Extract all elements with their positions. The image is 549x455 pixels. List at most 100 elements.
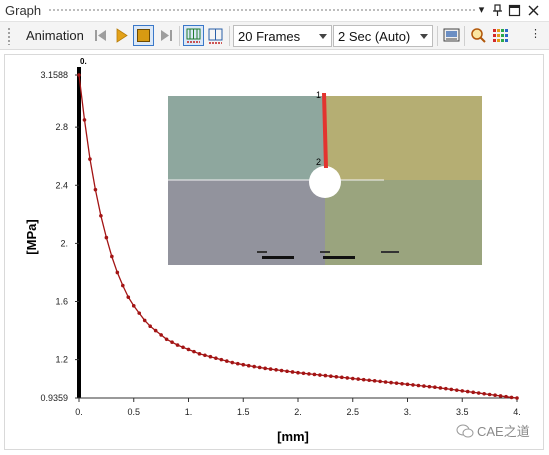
data-point [301,371,306,376]
x-axis-label: [mm] [277,429,309,444]
data-point [296,370,300,375]
wechat-icon [456,424,474,438]
data-point [476,391,481,395]
data-point [164,337,169,342]
inset-marker-label: 2 [316,157,321,167]
geometry-inset: 12 [168,90,482,265]
data-point [493,393,497,398]
data-point [131,304,136,308]
data-point [279,368,284,373]
data-point [482,391,486,396]
inset-quadrant [168,96,325,180]
x-tick-label: 4. [513,407,521,417]
data-point [433,385,437,390]
x-tick-label: 3. [404,407,412,417]
inset-path-line [322,92,328,169]
data-point [246,363,251,368]
y-tick-label: 1.2 [55,355,68,365]
data-point [230,360,235,365]
data-point [509,395,514,400]
data-point [181,345,185,350]
data-point [345,376,350,380]
y-tick-label: 1.6 [55,297,68,307]
watermark-text: CAE之道 [477,424,530,439]
y-axis-label: [MPa] [24,219,39,254]
data-point [329,374,333,378]
x-tick-label: 0. [75,407,83,417]
data-point [422,384,426,388]
data-point [378,379,382,384]
data-point [77,73,81,77]
data-point [225,359,229,363]
data-point [252,364,256,369]
data-point [268,367,273,371]
data-point [219,357,224,362]
data-point [290,370,295,374]
inset-quadrant [168,180,325,265]
x-tick-label: 3.5 [456,407,469,417]
data-point [361,377,366,382]
inset-scale-tick [320,251,330,253]
data-point [159,333,163,337]
data-point [110,254,114,259]
data-point [285,369,289,374]
x-tick-label: 2.5 [346,407,359,417]
data-point [214,356,218,360]
data-point [203,353,207,358]
x-tick-label: 1. [185,407,193,417]
data-point [170,340,174,344]
data-point [197,352,202,356]
data-point [241,362,246,367]
data-point [411,383,415,387]
data-point [372,379,377,383]
data-point [263,366,267,371]
data-point [487,392,492,397]
inset-quadrant [325,180,482,265]
inset-marker-label: 1 [316,90,321,100]
data-point [82,118,87,122]
y-tick-label: 2.8 [55,122,68,132]
data-point [504,394,508,399]
data-point [383,380,388,384]
inset-scale-bar [262,256,294,259]
y-tick-label: 2.4 [55,180,68,190]
data-point [460,389,465,393]
x-tick-label: 0.5 [127,407,140,417]
data-point [312,372,317,377]
y-tick-label: 2. [60,238,68,248]
data-point [142,318,147,323]
data-point [186,347,191,352]
chart: 12 0.0. 0.5 1. 1.5 2. 2.5 3. 3.5 4.3.15882.82.42… [24,57,521,444]
data-point [274,367,278,372]
data-point [334,374,339,379]
x-tick-label: 2. [294,407,302,417]
data-point [427,384,432,389]
data-point [405,382,410,387]
inset-quadrant [325,96,482,180]
data-point [350,376,355,381]
inset-scale-tick [381,251,399,253]
data-point [471,390,476,395]
cursor-label: 0. [80,57,87,66]
data-point [356,377,361,381]
x-tick-label: 1.5 [237,407,250,417]
data-point [438,386,443,390]
data-point [400,381,404,386]
data-point [340,375,344,380]
data-point [137,311,142,315]
data-point [416,383,421,388]
data-point [449,387,454,392]
data-point [104,235,109,240]
y-tick-label: 3.1588 [40,70,68,80]
data-point [93,187,98,192]
watermark: CAE之道 [456,421,530,439]
data-point [515,396,519,400]
inset-scale-bar [323,256,355,259]
data-point [175,343,180,347]
data-point [444,386,448,391]
data-point [394,381,399,385]
data-point [465,389,470,394]
inset-scale-tick [257,251,267,253]
data-point [307,372,311,376]
data-point [153,328,158,333]
